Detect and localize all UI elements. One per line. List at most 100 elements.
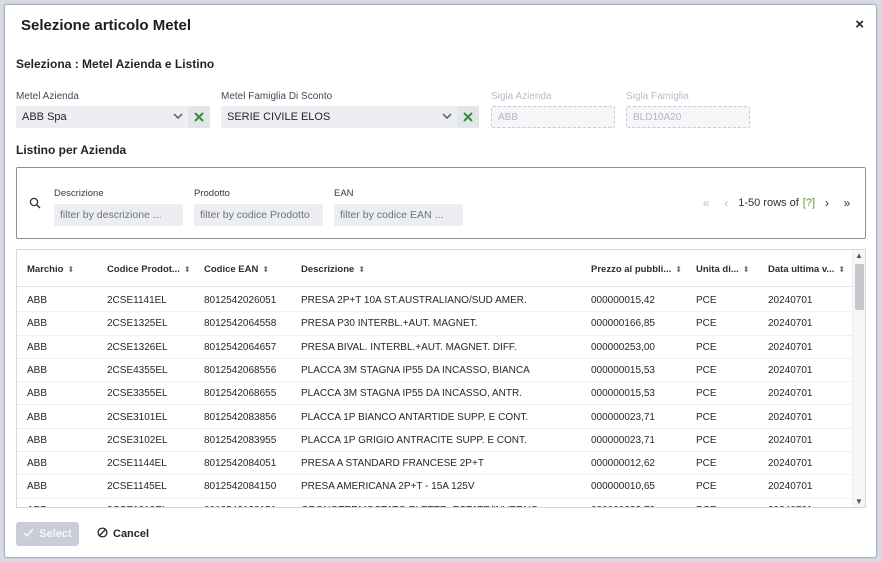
prodotto-filter-input[interactable]: filter by codice Prodotto [194, 204, 323, 226]
scrollbar-thumb[interactable] [855, 264, 864, 310]
listino-section-title: Listino per Azienda [16, 143, 127, 157]
select-button[interactable]: Select [16, 522, 79, 546]
articles-grid: Marchio ⬍ Codice Prodot... ⬍ Codice EAN ⬍ D… [16, 249, 866, 508]
sort-icon[interactable]: ⬍ [675, 265, 682, 274]
cell-descrizione: PRESA BIVAL. INTERBL.+AUT. MAGNET. DIFF. [301, 341, 517, 353]
azienda-select[interactable]: ABB Spa [16, 106, 210, 128]
cell-codice-ean: 8012542068655 [204, 388, 277, 400]
cell-prezzo: 000000253,00 [591, 341, 655, 353]
sort-icon[interactable]: ⬍ [358, 265, 365, 274]
filter-panel: Descrizione filter by descrizione ... Pr… [16, 167, 866, 239]
cancel-button[interactable]: Cancel [97, 522, 149, 546]
sort-icon[interactable]: ⬍ [184, 265, 191, 274]
cell-data: 20240701 [768, 341, 813, 353]
ean-filter-input[interactable]: filter by codice EAN ... [334, 204, 463, 226]
sort-icon[interactable]: ⬍ [262, 265, 269, 274]
cell-codice-ean: 8012542128151 [204, 505, 276, 507]
sort-icon[interactable]: ⬍ [67, 265, 74, 274]
cell-prezzo: 000000015,53 [591, 364, 655, 376]
vertical-scrollbar[interactable]: ▲ ▼ [852, 250, 865, 507]
cell-marchio: ABB [27, 295, 48, 306]
ean-filter-label: EAN [334, 188, 354, 199]
cell-prezzo: 000000333,70 [591, 505, 655, 507]
sigla-azienda-label: Sigla Azienda [491, 91, 552, 102]
table-row[interactable]: ABB 2CSE1141EL 8012542026051 PRESA 2P+T 10A… [17, 289, 853, 313]
sort-icon[interactable]: ⬍ [838, 265, 845, 274]
metel-article-dialog: Selezione articolo Metel × Seleziona : M… [4, 4, 877, 558]
scroll-down-icon[interactable]: ▼ [855, 497, 863, 506]
cell-codice-ean: 8012542064558 [204, 318, 277, 330]
cell-data: 20240701 [768, 295, 813, 306]
pager-help-link[interactable]: [?] [803, 197, 815, 209]
close-icon[interactable]: × [855, 17, 864, 33]
cell-prezzo: 000000023,71 [591, 411, 655, 423]
cell-codice-ean: 8012542064657 [204, 341, 277, 353]
table-row[interactable]: ABB 2CSE1145EL 8012542084150 PRESA AMERICAN… [17, 475, 853, 499]
chevron-down-icon[interactable] [172, 110, 184, 122]
cell-marchio: ABB [27, 481, 48, 493]
cell-descrizione: PLACCA 1P BIANCO ANTARTIDE SUPP. E CONT. [301, 411, 529, 423]
table-row[interactable]: ABB 2CSE3355EL 8012542068655 PLACCA 3M STAG… [17, 382, 853, 406]
col-prezzo[interactable]: Prezzo al pubbli... ⬍ [591, 264, 682, 275]
azienda-value: ABB Spa [22, 111, 67, 123]
cell-codice-prodotto: 2CSE4355EL [107, 364, 168, 376]
selection-section-title: Seleziona : Metel Azienda e Listino [16, 57, 215, 71]
dialog-title: Selezione articolo Metel [21, 17, 192, 34]
cell-codice-ean: 8012542068556 [204, 364, 277, 376]
col-marchio[interactable]: Marchio ⬍ [27, 264, 74, 275]
famiglia-value: SERIE CIVILE ELOS [227, 111, 331, 123]
first-page-icon[interactable]: « [698, 196, 714, 210]
famiglia-select[interactable]: SERIE CIVILE ELOS [221, 106, 479, 128]
cell-descrizione: PLACCA 3M STAGNA IP55 DA INCASSO, ANTR. [301, 388, 522, 400]
clear-azienda-icon[interactable] [188, 106, 210, 128]
next-page-icon[interactable]: › [819, 196, 835, 210]
table-row[interactable]: ABB 2CSE1326EL 8012542064657 PRESA BIVAL. I… [17, 336, 853, 359]
col-data[interactable]: Data ultima v... ⬍ [768, 264, 845, 275]
cell-marchio: ABB [27, 434, 48, 446]
table-row[interactable]: ABB 2CSE3102EL 8012542083955 PLACCA 1P GRIG… [17, 429, 853, 453]
last-page-icon[interactable]: » [839, 196, 855, 210]
cell-unita: PCE [696, 364, 717, 376]
cell-data: 20240701 [768, 434, 813, 446]
cell-codice-prodotto: 2CSE1325EL [107, 318, 168, 330]
col-descrizione[interactable]: Descrizione ⬍ [301, 264, 365, 275]
descrizione-filter-input[interactable]: filter by descrizione ... [54, 204, 183, 226]
cell-codice-prodotto: 2CSE3101EL [107, 411, 168, 423]
col-unita[interactable]: Unita di... ⬍ [696, 264, 749, 275]
prodotto-filter-label: Prodotto [194, 188, 230, 199]
cell-descrizione: PRESA P30 INTERBL.+AUT. MAGNET. [301, 318, 478, 330]
table-row[interactable]: ABB 2CSE3101EL 8012542083856 PLACCA 1P BIAN… [17, 406, 853, 429]
cell-prezzo: 000000015,53 [591, 388, 655, 400]
scroll-up-icon[interactable]: ▲ [855, 251, 863, 260]
cell-marchio: ABB [27, 505, 47, 507]
cell-prezzo: 000000010,65 [591, 481, 655, 493]
col-codice-prodotto[interactable]: Codice Prodot... ⬍ [107, 264, 191, 275]
prev-page-icon[interactable]: ‹ [718, 196, 734, 210]
table-row[interactable]: ABB 2CSE1144EL 8012542084051 PRESA A STANDA… [17, 452, 853, 476]
famiglia-label: Metel Famiglia Di Sconto [221, 91, 333, 102]
clear-famiglia-icon[interactable] [457, 106, 479, 128]
descrizione-filter-label: Descrizione [54, 188, 104, 199]
cell-data: 20240701 [768, 318, 813, 330]
cell-codice-ean: 8012542083856 [204, 411, 277, 423]
chevron-down-icon[interactable] [441, 110, 453, 122]
cell-prezzo: 000000166,85 [591, 318, 655, 330]
cell-data: 20240701 [768, 364, 813, 376]
cell-descrizione: PRESA AMERICANA 2P+T - 15A 125V [301, 481, 475, 493]
cell-descrizione: PRESA A STANDARD FRANCESE 2P+T [301, 458, 484, 470]
check-icon [23, 527, 34, 541]
cell-descrizione: PLACCA 3M STAGNA IP55 DA INCASSO, BIANCA [301, 364, 530, 376]
cell-unita: PCE [696, 318, 717, 330]
col-codice-ean[interactable]: Codice EAN ⬍ [204, 264, 269, 275]
sort-icon[interactable]: ⬍ [743, 265, 750, 274]
sigla-famiglia-label: Sigla Famiglia [626, 91, 689, 102]
cell-prezzo: 000000012,62 [591, 458, 655, 470]
cell-data: 20240701 [768, 505, 813, 507]
table-row[interactable]: ABB 2CSE1325EL 8012542064558 PRESA P30 INTE… [17, 312, 853, 336]
cell-descrizione: CRONOTERMOSTATO ELETTR. ESTATE/INVERNO [301, 505, 538, 507]
pager: « ‹ 1-50 rows of [?] › » [698, 196, 855, 210]
table-row[interactable]: ABB 2CSE1219EL 8012542128151 CRONOTERMOSTAT… [17, 499, 853, 507]
cell-codice-prodotto: 2CSE3102EL [107, 434, 168, 446]
table-row[interactable]: ABB 2CSE4355EL 8012542068556 PLACCA 3M STAG… [17, 359, 853, 383]
cell-unita: PCE [696, 481, 717, 493]
